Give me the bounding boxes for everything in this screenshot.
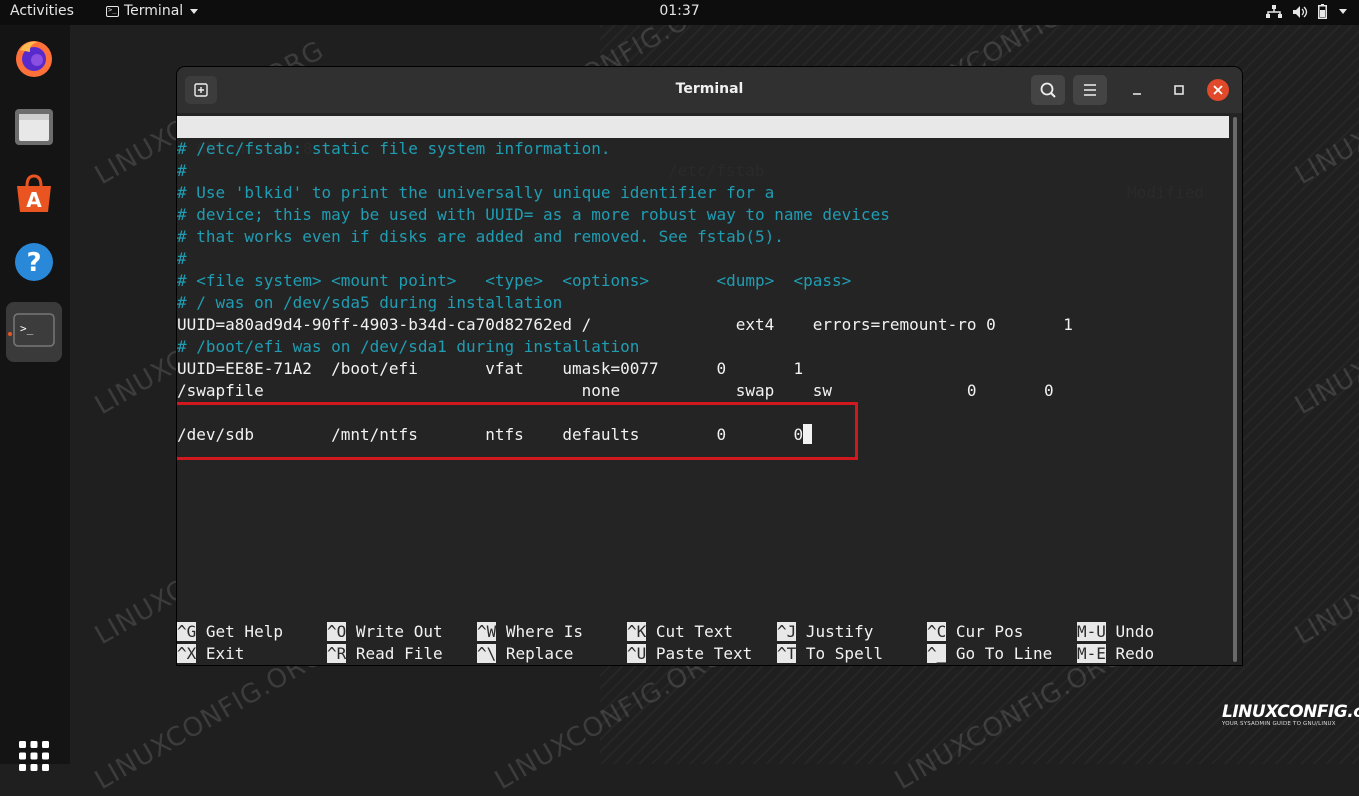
terminal-scrollbar[interactable]: [1233, 117, 1237, 662]
linuxconfig-logo: LINUXCONFIG.org YOUR SYSADMIN GUIDE TO G…: [1222, 702, 1359, 727]
software-store-icon: A: [17, 174, 51, 212]
top-bar: Activities >_ Terminal 01:37: [0, 0, 1359, 25]
editor-line[interactable]: UUID=a80ad9d4-90ff-4903-b34d-ca70d82762e…: [177, 314, 1073, 336]
shortcut-item[interactable]: ^_ Go To Line: [927, 643, 1052, 665]
shortcut-key: ^U: [627, 644, 647, 663]
editor-line[interactable]: # device; this may be used with UUID= as…: [177, 204, 890, 226]
editor-line[interactable]: /swapfile none swap sw 0 0: [177, 380, 1054, 402]
shortcut-label: Replace: [496, 644, 574, 663]
terminal-window: Terminal GNU nano 4.8 /etc/fstab Modifie…: [177, 67, 1242, 665]
dock-software[interactable]: A: [6, 166, 62, 226]
shortcut-label: Write Out: [346, 622, 443, 641]
shortcut-key: M-E: [1077, 644, 1106, 663]
shortcut-key: ^W: [477, 622, 497, 641]
shortcut-label: Paste Text: [646, 644, 753, 663]
shortcut-key: ^T: [777, 644, 797, 663]
editor-line[interactable]: # /etc/fstab: static file system informa…: [177, 138, 610, 160]
close-icon: [1213, 85, 1223, 95]
show-applications-icon[interactable]: [18, 740, 50, 772]
editor-line[interactable]: # that works even if disks are added and…: [177, 226, 784, 248]
shortcut-label: Exit: [196, 644, 245, 663]
shortcut-key: M-U: [1077, 622, 1106, 641]
highlight-annotation-box: [177, 402, 858, 460]
help-icon: ?: [15, 243, 53, 281]
shortcut-item[interactable]: ^C Cur Pos: [927, 621, 1023, 643]
dock-firefox[interactable]: [6, 30, 62, 90]
shortcut-key: ^_: [927, 644, 947, 663]
hamburger-icon: [1084, 84, 1096, 96]
shortcut-label: Cut Text: [646, 622, 733, 641]
volume-icon: [1293, 5, 1308, 18]
close-button[interactable]: [1207, 79, 1229, 101]
minimize-icon: [1133, 93, 1141, 95]
shortcut-label: To Spell: [796, 644, 883, 663]
files-icon: [15, 109, 53, 145]
shortcut-key: ^C: [927, 622, 947, 641]
shortcut-label: Justify: [796, 622, 874, 641]
shortcut-key: ^G: [177, 622, 197, 641]
shortcut-key: ^R: [327, 644, 347, 663]
shortcut-label: Cur Pos: [946, 622, 1024, 641]
maximize-button[interactable]: [1169, 80, 1189, 100]
maximize-icon: [1174, 85, 1184, 95]
shortcut-key: ^X: [177, 644, 197, 663]
shortcut-item[interactable]: ^W Where Is: [477, 621, 583, 643]
window-headerbar[interactable]: Terminal: [177, 67, 1242, 113]
shortcut-item[interactable]: ^U Paste Text: [627, 643, 752, 665]
dock-help[interactable]: ?: [6, 234, 62, 294]
editor-line[interactable]: #: [177, 248, 187, 270]
shortcut-key: ^K: [627, 622, 647, 641]
nano-filename: /etc/fstab: [668, 161, 765, 180]
nano-status: Modified: [1127, 183, 1205, 202]
system-tray[interactable]: [1266, 4, 1347, 19]
battery-icon: [1318, 4, 1327, 19]
clock[interactable]: 01:37: [0, 3, 1359, 19]
terminal-content[interactable]: GNU nano 4.8 /etc/fstab Modified # /etc/…: [177, 113, 1242, 665]
shortcut-item[interactable]: ^J Justify: [777, 621, 873, 643]
editor-line[interactable]: # Use 'blkid' to print the universally u…: [177, 182, 774, 204]
shortcut-label: Where Is: [496, 622, 583, 641]
shortcut-key: ^\: [477, 644, 497, 663]
dock-terminal[interactable]: >_: [6, 302, 62, 362]
search-icon: [1040, 82, 1056, 98]
editor-line[interactable]: #: [177, 160, 187, 182]
shortcut-label: Read File: [346, 644, 443, 663]
editor-line[interactable]: # / was on /dev/sda5 during installation: [177, 292, 562, 314]
terminal-icon: >_: [13, 313, 55, 347]
svg-text:>_: >_: [20, 322, 34, 335]
editor-line[interactable]: # <file system> <mount point> <type> <op…: [177, 270, 851, 292]
brand-tagline: YOUR SYSADMIN GUIDE TO GNU/LINUX: [1222, 721, 1336, 727]
svg-text:?: ?: [26, 248, 41, 278]
brand-name: LINUXCONFIG.org: [1222, 702, 1359, 722]
shortcut-item[interactable]: M-E Redo: [1077, 643, 1154, 665]
minimize-button[interactable]: [1127, 80, 1147, 100]
shortcut-label: Redo: [1105, 644, 1155, 663]
hamburger-menu-button[interactable]: [1073, 75, 1107, 105]
shortcut-label: Get Help: [196, 622, 283, 641]
search-button[interactable]: [1031, 75, 1065, 105]
svg-text:A: A: [26, 188, 42, 212]
shortcut-item[interactable]: ^K Cut Text: [627, 621, 733, 643]
shortcut-item[interactable]: ^R Read File: [327, 643, 443, 665]
shortcut-label: Go To Line: [946, 644, 1053, 663]
dock: A ? >_: [0, 25, 70, 771]
dock-files[interactable]: [6, 98, 62, 158]
shortcut-item[interactable]: ^T To Spell: [777, 643, 883, 665]
firefox-icon: [16, 41, 52, 77]
shortcut-item[interactable]: ^G Get Help: [177, 621, 283, 643]
shortcut-key: ^O: [327, 622, 347, 641]
nano-title-bar: GNU nano 4.8 /etc/fstab Modified: [177, 116, 1229, 202]
power-menu-caret-icon: [1339, 9, 1347, 14]
shortcut-label: Undo: [1105, 622, 1155, 641]
editor-line[interactable]: # /boot/efi was on /dev/sda1 during inst…: [177, 336, 639, 358]
editor-line[interactable]: UUID=EE8E-71A2 /boot/efi vfat umask=0077…: [177, 358, 803, 380]
network-icon: [1266, 4, 1282, 18]
shortcut-item[interactable]: ^O Write Out: [327, 621, 443, 643]
shortcut-item[interactable]: ^\ Replace: [477, 643, 573, 665]
shortcut-item[interactable]: M-U Undo: [1077, 621, 1154, 643]
shortcut-item[interactable]: ^X Exit: [177, 643, 244, 665]
shortcut-key: ^J: [777, 622, 797, 641]
